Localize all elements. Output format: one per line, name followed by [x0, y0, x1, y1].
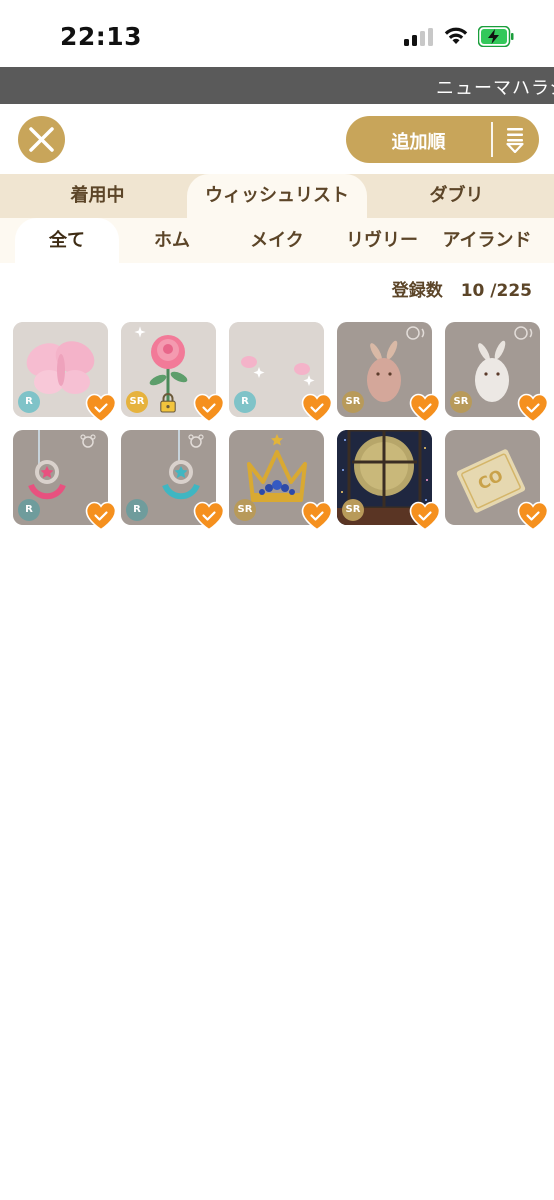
tab-duplicates[interactable]: ダブリ — [375, 174, 538, 218]
sort-dropdown[interactable]: 追加順 — [346, 116, 539, 163]
battery-charging-icon — [478, 26, 514, 47]
rarity-badge: R — [18, 499, 40, 521]
rarity-badge: SR — [342, 391, 364, 413]
tab-island[interactable]: アイランド — [432, 218, 542, 263]
item-card[interactable]: SR — [337, 322, 432, 417]
rarity-badge: SR — [126, 391, 148, 413]
status-time: 22:13 — [60, 22, 143, 51]
wishlist-heart-icon[interactable] — [517, 393, 549, 423]
tab-all[interactable]: 全て — [15, 218, 119, 263]
wishlist-heart-icon[interactable] — [301, 501, 333, 531]
item-card[interactable]: R — [229, 322, 324, 417]
close-button[interactable] — [18, 116, 65, 163]
wifi-icon — [444, 27, 468, 44]
wishlist-heart-icon[interactable] — [409, 393, 441, 423]
tab-wearing[interactable]: 着用中 — [16, 174, 179, 218]
close-icon — [29, 127, 54, 152]
news-ticker: ニューマハラジ — [0, 67, 554, 104]
registered-count-value: 10 /225 — [460, 281, 532, 301]
registered-count-label: 登録数 — [391, 281, 443, 301]
tab-home[interactable]: ホム — [120, 218, 224, 263]
item-card[interactable]: SR — [121, 322, 216, 417]
status-bar: 22:13 — [0, 0, 554, 67]
category-tab-bar: 全て ホム メイク リヴリー アイランド — [0, 218, 554, 263]
sort-divider — [491, 122, 493, 157]
wishlist-heart-icon[interactable] — [409, 501, 441, 531]
rarity-badge: R — [234, 391, 256, 413]
rarity-badge: R — [126, 499, 148, 521]
news-ticker-text: ニューマハラジ — [436, 78, 554, 99]
wishlist-heart-icon[interactable] — [517, 501, 549, 531]
cellular-signal-icon — [404, 28, 434, 46]
registered-count: 登録数 10 /225 — [392, 276, 532, 301]
sort-label: 追加順 — [391, 132, 446, 153]
rarity-badge: SR — [234, 499, 256, 521]
tab-makeup[interactable]: メイク — [225, 218, 329, 263]
rarity-badge: SR — [450, 391, 472, 413]
sort-order-icon[interactable] — [504, 127, 526, 153]
wishlist-heart-icon[interactable] — [85, 501, 117, 531]
item-card[interactable]: R — [13, 322, 108, 417]
tab-wishlist[interactable]: ウィッシュリスト — [187, 174, 367, 218]
lock-icon — [160, 393, 176, 413]
main-tab-bar: 着用中 ウィッシュリスト ダブリ — [0, 174, 554, 218]
item-card[interactable]: R — [13, 430, 108, 525]
rarity-badge: SR — [342, 499, 364, 521]
item-card[interactable]: CO — [445, 430, 540, 525]
wishlist-heart-icon[interactable] — [193, 393, 225, 423]
rarity-badge: R — [18, 391, 40, 413]
wishlist-heart-icon[interactable] — [301, 393, 333, 423]
item-card[interactable]: SR — [229, 430, 324, 525]
wishlist-heart-icon[interactable] — [193, 501, 225, 531]
wishlist-heart-icon[interactable] — [85, 393, 117, 423]
item-card[interactable]: R — [121, 430, 216, 525]
item-card[interactable]: SR — [337, 430, 432, 525]
item-card[interactable]: SR — [445, 322, 540, 417]
tab-livly[interactable]: リヴリー — [330, 218, 434, 263]
